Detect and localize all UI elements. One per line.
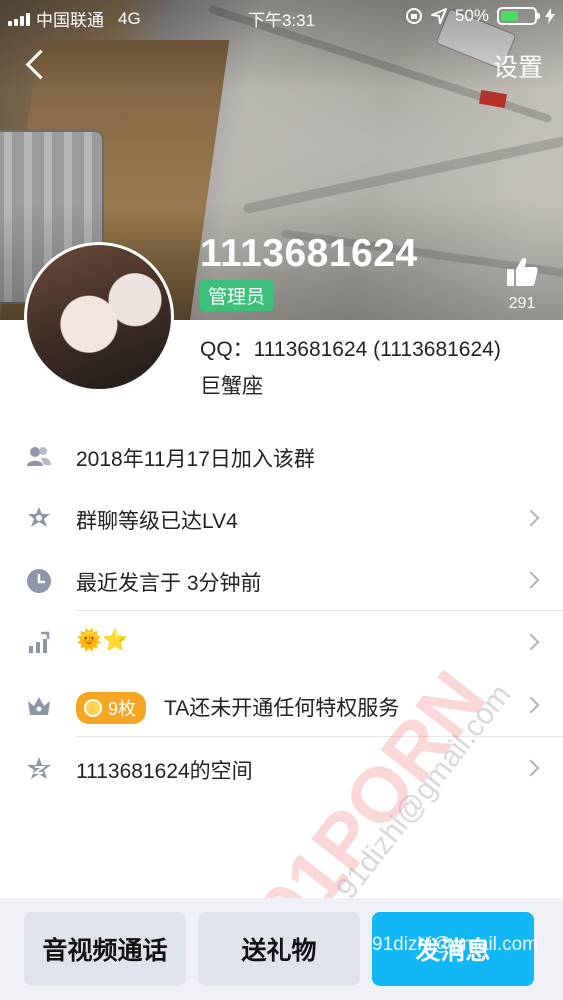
avatar[interactable] bbox=[24, 242, 174, 392]
chevron-right-icon bbox=[522, 759, 540, 777]
av-call-button[interactable]: 音视频通话 bbox=[24, 912, 186, 986]
chevron-right-icon bbox=[522, 696, 540, 714]
crown-icon bbox=[28, 697, 50, 715]
settings-button[interactable]: 设置 bbox=[493, 48, 543, 84]
rotation-lock-icon bbox=[405, 8, 422, 24]
thumbs-up-icon bbox=[507, 258, 538, 286]
clock-time: 下午3:31 bbox=[247, 11, 316, 30]
chevron-right-icon bbox=[522, 509, 540, 527]
battery-percent: 50% bbox=[454, 6, 489, 25]
chevron-right-icon bbox=[522, 633, 540, 651]
level-badges: 🌞⭐ bbox=[76, 629, 129, 652]
group-level-row[interactable]: 群聊等级已达LV4 bbox=[0, 488, 563, 550]
level-badges-row[interactable]: 🌞⭐ bbox=[0, 612, 563, 674]
group-level-label: 群聊等级已达LV4 bbox=[76, 510, 238, 533]
like-button[interactable]: 291 bbox=[500, 256, 544, 313]
profile-name: 1113681624 bbox=[200, 232, 418, 275]
last-speak-row[interactable]: 最近发言于 3分钟前 bbox=[0, 550, 563, 612]
location-arrow-icon bbox=[430, 8, 447, 24]
level-star-icon bbox=[28, 507, 50, 527]
divider bbox=[76, 610, 563, 611]
join-date-label: 2018年11月17日加入该群 bbox=[76, 448, 315, 471]
growth-chart-icon bbox=[29, 631, 50, 653]
battery-icon bbox=[497, 7, 540, 25]
send-message-button[interactable]: 发消息 bbox=[372, 912, 534, 986]
last-speak-label: 最近发言于 3分钟前 bbox=[76, 572, 262, 595]
clock-icon bbox=[27, 569, 51, 593]
send-gift-button[interactable]: 送礼物 bbox=[198, 912, 360, 986]
chevron-right-icon bbox=[522, 571, 540, 589]
space-star-icon bbox=[27, 757, 51, 779]
join-date-row: 2018年11月17日加入该群 bbox=[0, 426, 563, 488]
back-button[interactable] bbox=[20, 44, 56, 84]
privilege-label: TA还未开通任何特权服务 bbox=[164, 697, 400, 720]
qzone-row[interactable]: 1113681624的空间 bbox=[0, 738, 563, 800]
gold-count-badge: 9枚 bbox=[76, 692, 147, 724]
role-badge: 管理员 bbox=[200, 280, 274, 311]
zodiac-label: 巨蟹座 bbox=[200, 375, 263, 398]
privilege-row[interactable]: 9枚 TA还未开通任何特权服务 bbox=[0, 675, 563, 737]
status-bar: 中国联通 4G 下午3:31 50% bbox=[0, 0, 563, 32]
divider bbox=[76, 736, 563, 737]
like-count: 291 bbox=[508, 295, 536, 312]
charging-bolt-icon bbox=[545, 8, 555, 24]
group-members-icon bbox=[27, 447, 51, 466]
bottom-action-bar: 音视频通话 送礼物 发消息 bbox=[0, 898, 563, 1000]
qzone-label: 1113681624的空间 bbox=[76, 760, 253, 783]
qq-number: QQ：1113681624 (1113681624) bbox=[200, 338, 501, 361]
gold-medal-icon bbox=[84, 699, 102, 717]
